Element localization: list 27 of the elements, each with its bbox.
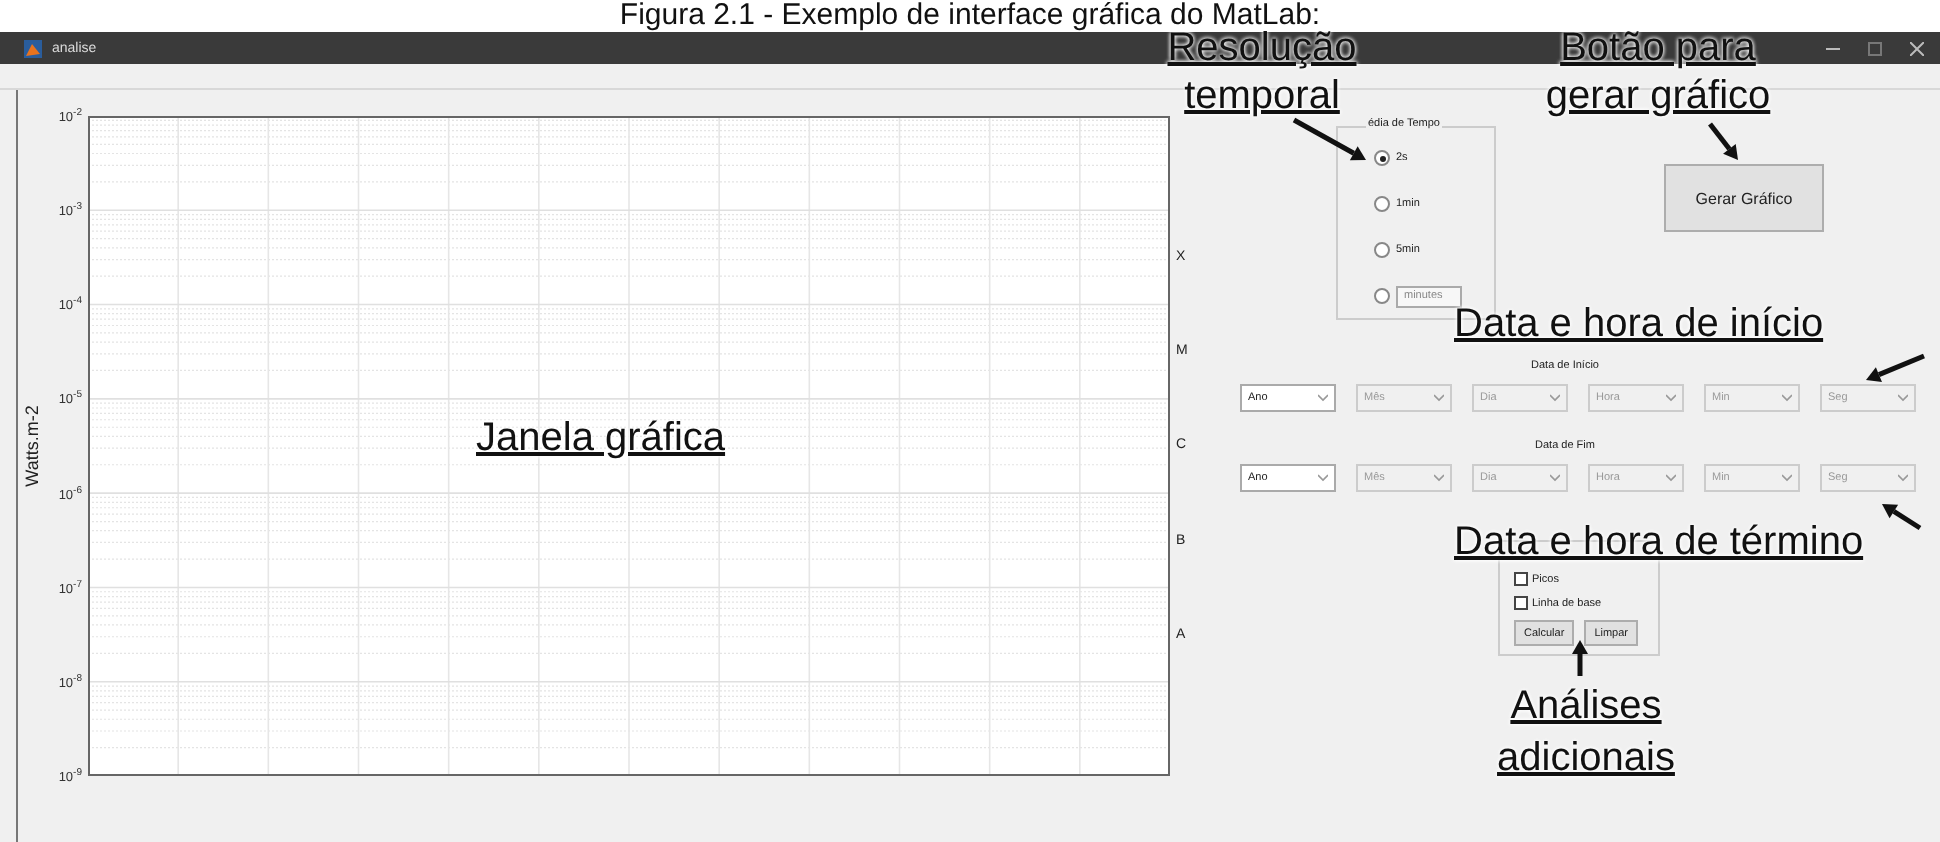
annotation-text: Análises adicionais	[1495, 682, 1677, 784]
chevron-icon	[1434, 474, 1444, 482]
radio-button[interactable]	[1374, 288, 1390, 304]
chevron-icon	[1318, 474, 1328, 482]
chevron-icon	[1666, 394, 1676, 402]
chevron-icon	[1898, 474, 1908, 482]
chevron-icon	[1782, 474, 1792, 482]
chevron-icon	[1318, 394, 1328, 402]
annotation-text: Janela gráfica	[476, 414, 726, 462]
chevron-icon	[1898, 394, 1908, 402]
chevron-icon	[1550, 394, 1560, 402]
chevron-icon	[1666, 474, 1676, 482]
radio-button[interactable]	[1374, 196, 1390, 212]
checkbox[interactable]	[1514, 596, 1528, 610]
annotation-text: Data e hora de término	[1454, 520, 1864, 564]
generate-button[interactable]: Gerar Gráfico	[1664, 164, 1824, 232]
chevron-icon	[1550, 474, 1560, 482]
maximize-icon[interactable]	[1868, 41, 1882, 55]
axis-label: Watts.m-2	[22, 405, 42, 487]
app-icon	[24, 39, 42, 57]
close-icon[interactable]	[1910, 41, 1924, 55]
chevron-icon	[1434, 394, 1444, 402]
radio-button[interactable]	[1374, 150, 1390, 166]
chevron-icon	[1782, 394, 1792, 402]
checkbox[interactable]	[1514, 572, 1528, 586]
radio-button[interactable]	[1374, 242, 1390, 258]
annotation-text: Botão para gerar gráfico	[1543, 24, 1773, 120]
